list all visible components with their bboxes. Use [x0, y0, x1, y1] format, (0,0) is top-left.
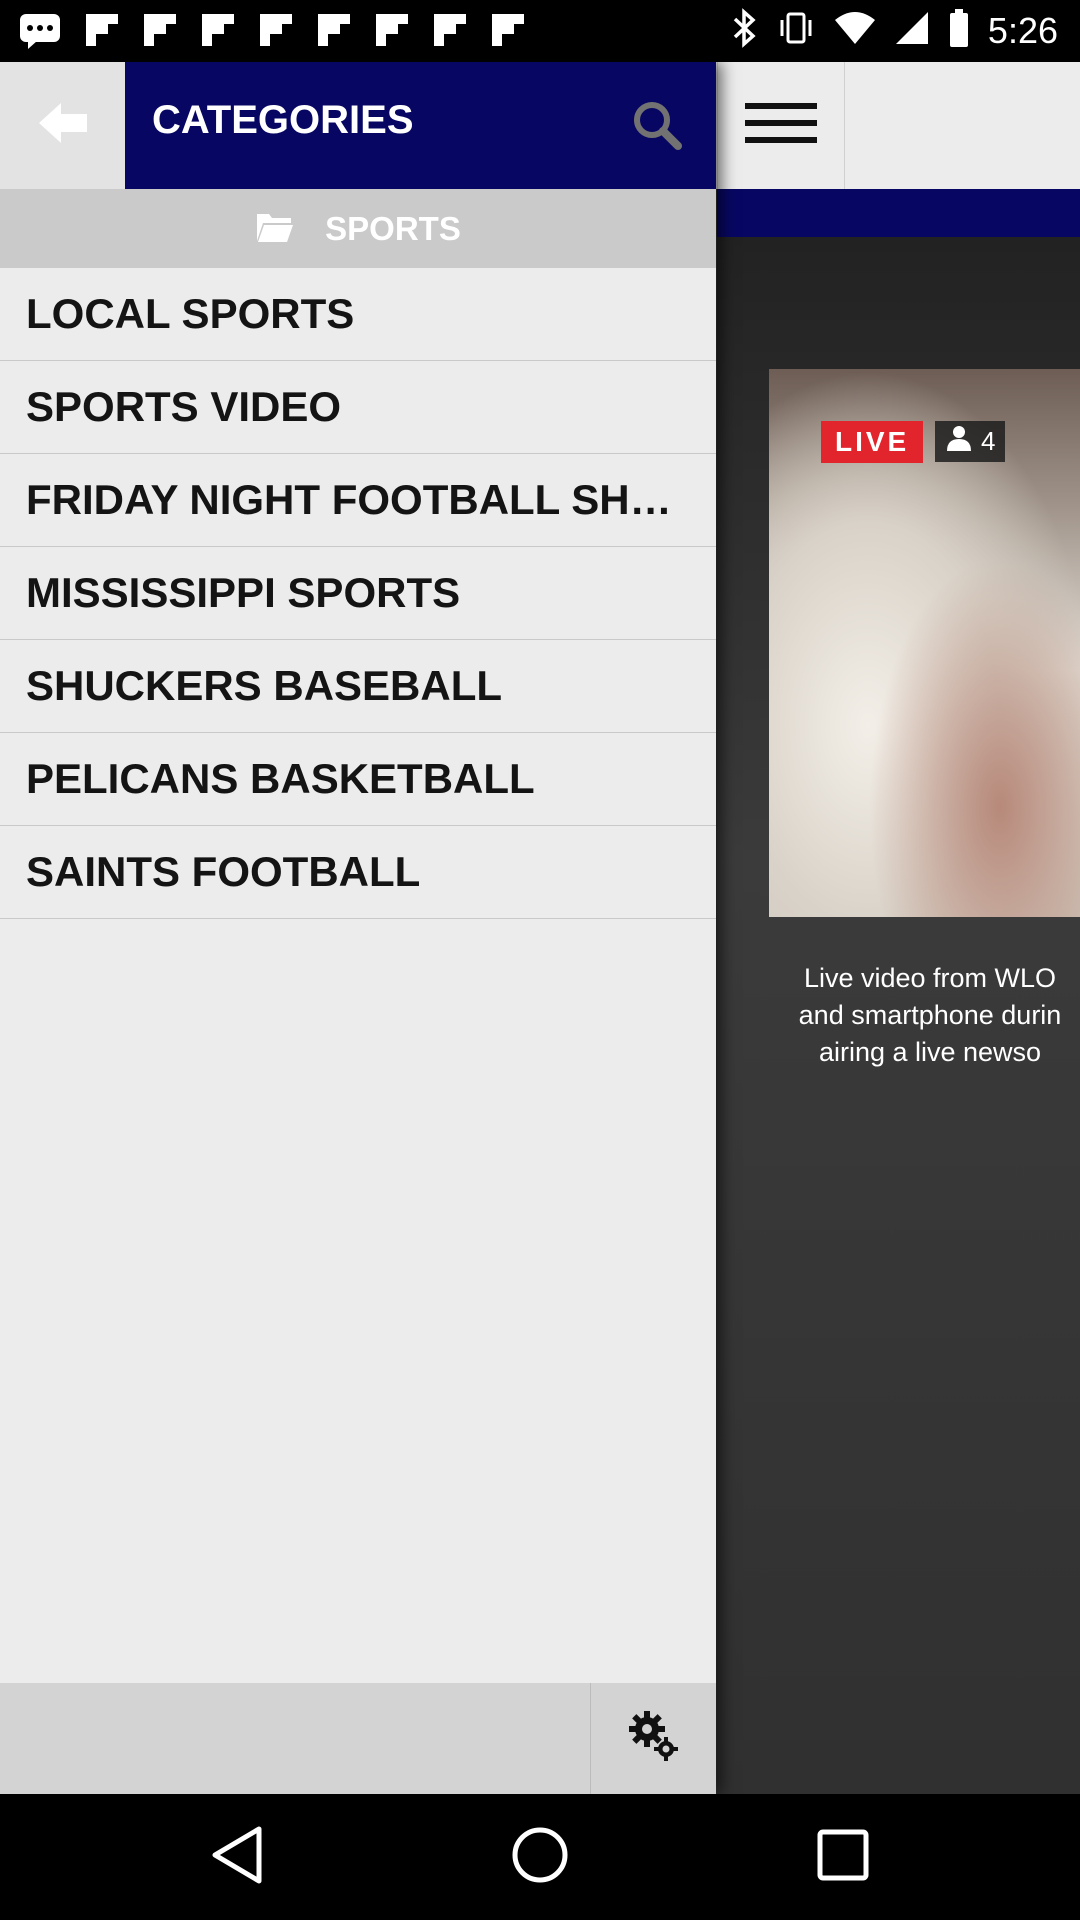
flipboard-icon [374, 12, 410, 53]
screen: 5:26 LIVE 4 Live video from WLO and smar… [0, 0, 1080, 1920]
clock: 5:26 [987, 9, 1058, 51]
live-badge: LIVE [821, 421, 924, 463]
hamburger-menu-icon [743, 101, 819, 150]
messages-icon [18, 10, 62, 55]
live-video-thumbnail[interactable]: LIVE 4 [769, 369, 1080, 917]
drawer-title: CATEGORIES [152, 98, 414, 142]
search-icon[interactable] [632, 100, 682, 155]
bluetooth-icon [732, 8, 758, 53]
category-item-sports-video[interactable]: SPORTS VIDEO [0, 361, 716, 454]
categories-drawer: CATEGORIES SPORTS LOCAL SPORTS SPORTS VI… [0, 62, 716, 1794]
category-label: PELICANS BASKETBALL [26, 755, 535, 802]
menu-button[interactable] [717, 62, 845, 189]
notification-icons [18, 10, 526, 55]
flipboard-icon [142, 12, 178, 53]
drawer-footer [0, 1683, 716, 1794]
person-icon [945, 424, 973, 459]
signal-icon [894, 10, 930, 51]
category-label: SAINTS FOOTBALL [26, 848, 421, 895]
category-list: LOCAL SPORTS SPORTS VIDEO FRIDAY NIGHT F… [0, 268, 716, 919]
app-area: LIVE 4 Live video from WLO and smartphon… [0, 62, 1080, 1794]
category-subheader: SPORTS [0, 189, 716, 268]
flipboard-icon [258, 12, 294, 53]
viewer-count-badge: 4 [935, 421, 1006, 462]
back-triangle-icon [209, 1825, 265, 1890]
viewer-count: 4 [981, 426, 996, 456]
settings-button[interactable] [591, 1683, 716, 1794]
drawer-header: CATEGORIES [125, 62, 716, 189]
category-item-local-sports[interactable]: LOCAL SPORTS [0, 268, 716, 361]
flipboard-icon [432, 12, 468, 53]
background-title-band [717, 189, 1080, 237]
video-description-line: Live video from WLO [803, 963, 1057, 993]
home-circle-icon [510, 1825, 570, 1890]
video-description-line: and smartphone durin [798, 1000, 1062, 1030]
nav-home-button[interactable] [504, 1821, 576, 1893]
category-label: SHUCKERS BASEBALL [26, 662, 503, 709]
wifi-icon [834, 10, 876, 51]
nav-back-button[interactable] [201, 1821, 273, 1893]
category-item-friday-night-football[interactable]: FRIDAY NIGHT FOOTBALL SHOWCASE [0, 454, 716, 547]
navigation-bar [0, 1794, 1080, 1920]
vibrate-icon [776, 8, 816, 53]
category-label: SPORTS VIDEO [26, 383, 342, 430]
flipboard-icon [84, 12, 120, 53]
category-label: MISSISSIPPI SPORTS [26, 569, 461, 616]
category-item-pelicans-basketball[interactable]: PELICANS BASKETBALL [0, 733, 716, 826]
recents-square-icon [815, 1827, 871, 1888]
back-button[interactable] [0, 62, 125, 189]
folder-icon [255, 208, 295, 249]
category-label: FRIDAY NIGHT FOOTBALL SHOWCASE [26, 476, 698, 523]
nav-recents-button[interactable] [807, 1821, 879, 1893]
battery-icon [948, 8, 970, 53]
settings-gears-icon [627, 1709, 681, 1768]
flipboard-icon [490, 12, 526, 53]
back-arrow-icon [37, 101, 89, 150]
status-bar: 5:26 [0, 0, 1080, 62]
system-icons: 5:26 [732, 8, 1058, 53]
category-item-saints-football[interactable]: SAINTS FOOTBALL [0, 826, 716, 919]
subheader-label: SPORTS [325, 209, 461, 247]
category-item-shuckers-baseball[interactable]: SHUCKERS BASEBALL [0, 640, 716, 733]
category-label: LOCAL SPORTS [26, 290, 355, 337]
video-description-line: airing a live newso [818, 1037, 1042, 1067]
category-item-mississippi-sports[interactable]: MISSISSIPPI SPORTS [0, 547, 716, 640]
video-description: Live video from WLO and smartphone durin… [760, 960, 1080, 1071]
flipboard-icon [200, 12, 236, 53]
flipboard-icon [316, 12, 352, 53]
